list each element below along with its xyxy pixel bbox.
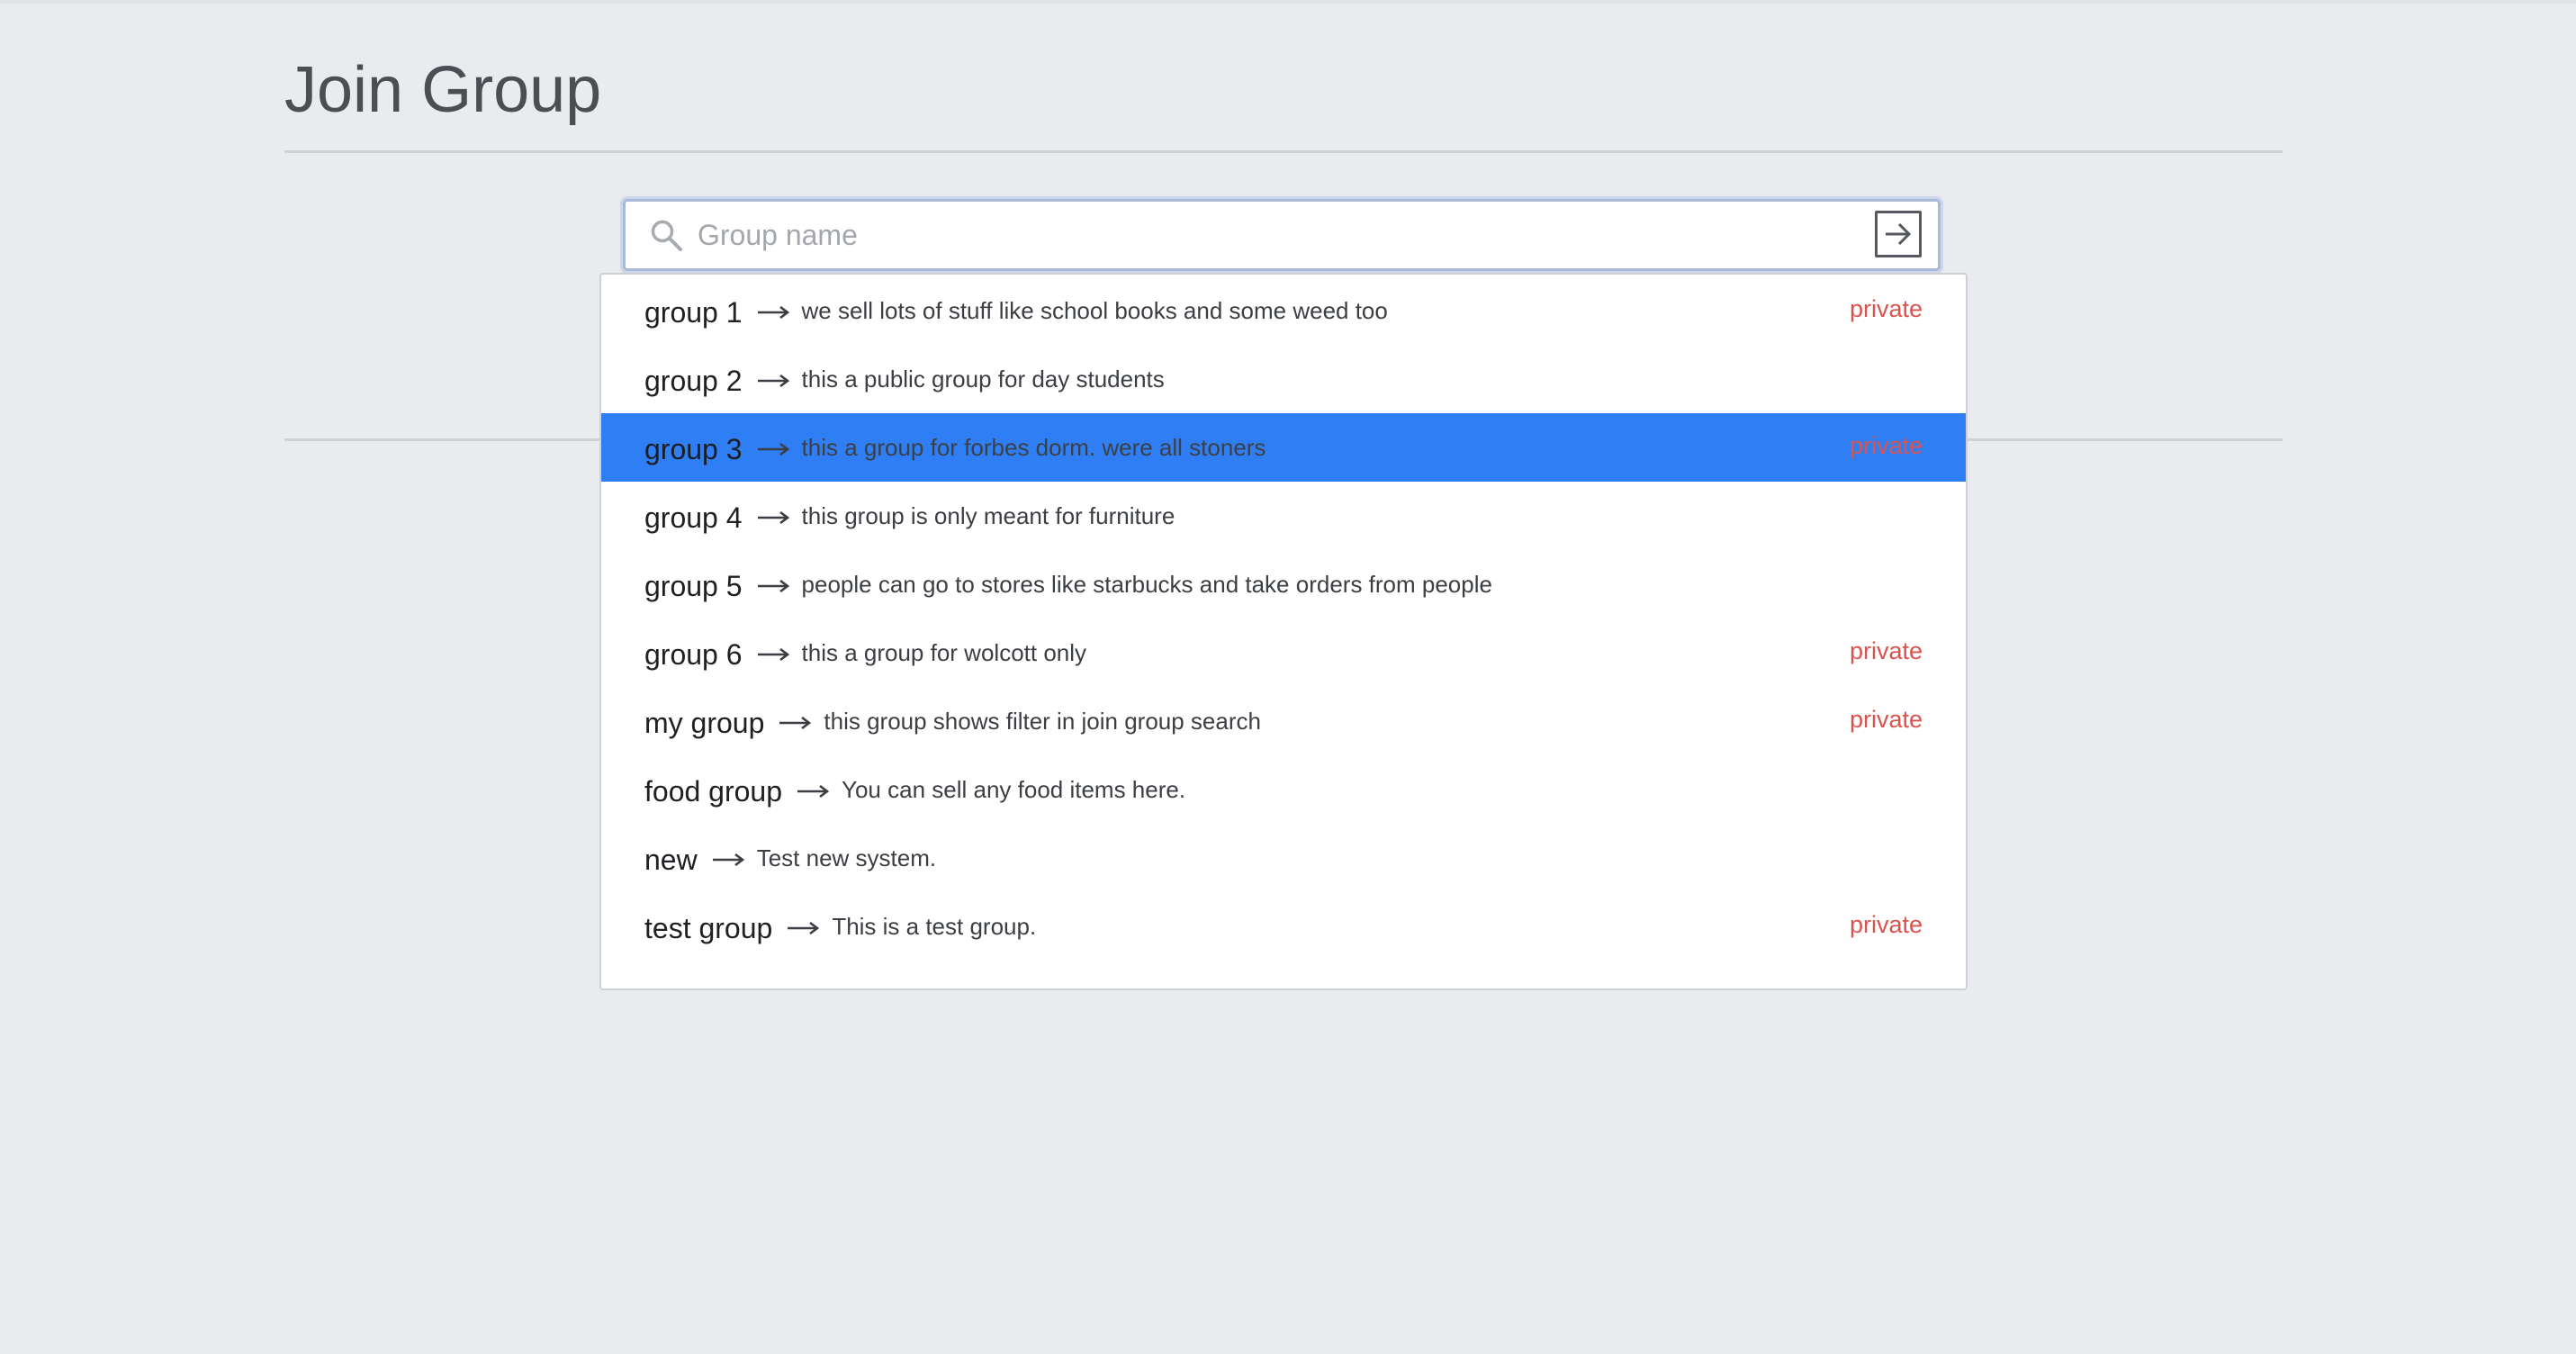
result-row[interactable]: group 6 this a group for wolcott only priv…	[601, 618, 1966, 687]
private-badge: private	[1849, 911, 1923, 938]
group-name: group 6	[644, 638, 743, 671]
private-badge: private	[1849, 432, 1923, 459]
result-row[interactable]: group 3 this a group for forbes dorm. wer…	[601, 413, 1966, 482]
long-arrow-right-icon	[757, 648, 789, 661]
private-badge: private	[1849, 637, 1923, 664]
search-submit-button[interactable]	[1875, 211, 1922, 257]
result-row[interactable]: test group This is a test group. private	[601, 892, 1966, 961]
result-line: new Test new system.	[644, 842, 936, 878]
long-arrow-right-icon	[788, 922, 820, 934]
group-description: people can go to stores like starbucks a…	[801, 571, 1492, 598]
group-name: food group	[644, 775, 783, 808]
top-edge	[0, 0, 2576, 4]
result-row[interactable]: group 1 we sell lots of stuff like school…	[601, 276, 1966, 345]
group-name-search-input[interactable]	[698, 209, 1760, 261]
search-icon	[651, 220, 682, 251]
result-line: group 5 people can go to stores like star…	[644, 568, 1492, 604]
long-arrow-right-icon	[757, 306, 789, 319]
group-name: group 2	[644, 365, 743, 397]
long-arrow-right-icon	[712, 853, 744, 866]
result-line: my group this group shows filter in join …	[644, 705, 1261, 741]
group-description: You can sell any food items here.	[842, 776, 1186, 803]
long-arrow-right-icon	[757, 443, 789, 456]
search-results-dropdown: group 1 we sell lots of stuff like school…	[599, 273, 1968, 990]
group-name: group 3	[644, 433, 743, 465]
group-name: my group	[644, 707, 765, 739]
result-line: group 6 this a group for wolcott only	[644, 636, 1086, 672]
header-divider	[284, 150, 2283, 153]
private-badge: private	[1849, 295, 1923, 322]
group-description: Test new system.	[756, 844, 937, 871]
result-line: group 2 this a public group for day stude…	[644, 363, 1165, 399]
group-name: test group	[644, 912, 773, 944]
arrow-right-icon	[1886, 222, 1912, 246]
result-line: group 3 this a group for forbes dorm. wer…	[644, 431, 1265, 467]
long-arrow-right-icon	[757, 511, 789, 524]
result-line: food group You can sell any food items he…	[644, 773, 1185, 809]
group-description: this a group for wolcott only	[801, 639, 1087, 666]
search-box	[623, 199, 1941, 271]
long-arrow-right-icon	[757, 375, 789, 387]
long-arrow-right-icon	[797, 785, 830, 798]
result-line: group 1 we sell lots of stuff like school…	[644, 294, 1388, 330]
long-arrow-right-icon	[779, 717, 812, 729]
group-name: group 1	[644, 296, 743, 329]
long-arrow-right-icon	[757, 580, 789, 592]
group-name: group 5	[644, 570, 743, 602]
group-description: we sell lots of stuff like school books …	[801, 297, 1388, 324]
result-line: group 4 this group is only meant for furn…	[644, 500, 1175, 536]
group-name: new	[644, 844, 698, 876]
group-description: This is a test group.	[832, 913, 1037, 940]
result-row[interactable]: new Test new system.	[601, 824, 1966, 892]
group-description: this a group for forbes dorm. were all s…	[801, 434, 1266, 461]
result-row[interactable]: group 2 this a public group for day stude…	[601, 345, 1966, 413]
result-row[interactable]: my group this group shows filter in join …	[601, 687, 1966, 755]
result-row[interactable]: food group You can sell any food items he…	[601, 755, 1966, 824]
group-description: this group shows filter in join group se…	[824, 708, 1261, 735]
result-line: test group This is a test group.	[644, 910, 1036, 946]
group-description: this a public group for day students	[801, 366, 1165, 393]
page-title: Join Group	[284, 54, 602, 126]
group-name: group 4	[644, 501, 743, 534]
result-row[interactable]: group 5 people can go to stores like star…	[601, 550, 1966, 618]
group-description: this group is only meant for furniture	[801, 502, 1175, 529]
private-badge: private	[1849, 706, 1923, 733]
result-row[interactable]: group 4 this group is only meant for furn…	[601, 482, 1966, 550]
